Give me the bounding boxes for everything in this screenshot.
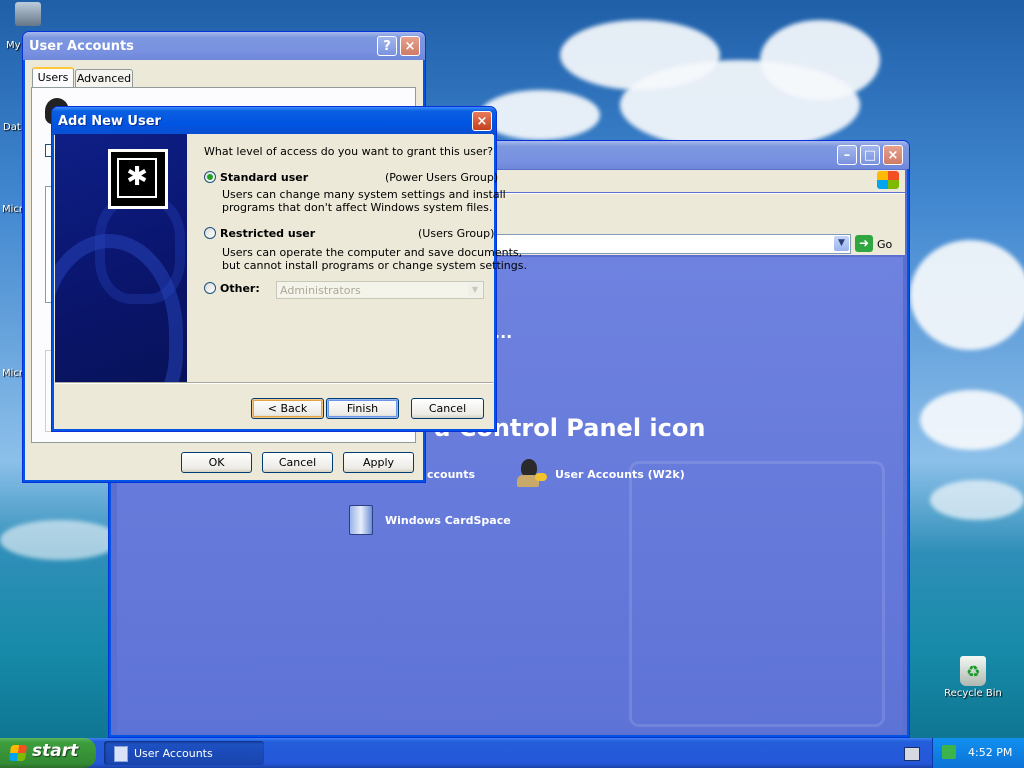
radio-other[interactable] <box>204 282 216 294</box>
restricted-user-desc-2: but cannot install programs or change sy… <box>222 259 527 272</box>
windows-flag-icon <box>8 745 28 761</box>
user-accounts-title: User Accounts <box>29 38 134 54</box>
address-input[interactable] <box>489 234 851 254</box>
maximize-button[interactable]: □ <box>860 145 880 165</box>
restricted-user-group: (Users Group) <box>418 227 495 240</box>
tab-users[interactable]: Users <box>32 67 74 89</box>
go-button-label[interactable]: Go <box>877 238 892 251</box>
background-checkmark <box>629 461 885 727</box>
close-button[interactable]: × <box>400 36 420 56</box>
cancel-label: Cancel <box>428 402 467 415</box>
user-accounts-titlebar[interactable]: User Accounts <box>23 32 425 60</box>
close-button[interactable]: × <box>472 111 492 131</box>
tab-advanced-label: Advanced <box>76 72 132 85</box>
cardspace-icon <box>349 505 373 535</box>
back-button[interactable]: < Back <box>251 398 324 419</box>
radio-restricted-user[interactable] <box>204 227 216 239</box>
desktop-icon-my-computer[interactable]: My <box>0 2 56 51</box>
computer-icon <box>15 2 41 26</box>
clock[interactable]: 4:52 PM <box>968 746 1012 759</box>
radio-standard-user[interactable] <box>204 171 216 183</box>
tab-advanced[interactable]: Advanced <box>75 69 133 87</box>
start-button[interactable]: start <box>0 738 96 768</box>
restricted-user-desc-1: Users can operate the computer and save … <box>222 246 523 259</box>
network-icon[interactable] <box>942 745 956 759</box>
cp-item-windows-cardspace[interactable]: Windows CardSpace <box>385 514 511 527</box>
cp-item-user-accounts-w2k[interactable]: User Accounts (W2k) <box>555 468 685 481</box>
add-new-user-title: Add New User <box>58 113 161 129</box>
apply-label: Apply <box>362 456 395 469</box>
recycle-bin-icon: ♻ <box>960 656 986 686</box>
keyboard-icon[interactable] <box>904 747 920 761</box>
standard-user-group: (Power Users Group) <box>385 171 499 184</box>
user-accounts-small-icon <box>114 746 128 762</box>
cp-item-user-accounts[interactable]: ccounts <box>427 468 475 481</box>
ok-label: OK <box>208 456 225 469</box>
standard-user-desc-2: programs that don't affect Windows syste… <box>222 201 493 214</box>
windows-logo-icon <box>877 171 899 189</box>
minimize-button[interactable]: – <box>837 145 857 165</box>
add-new-user-dialog[interactable]: Add New User × ✱ What level of access do… <box>51 106 527 432</box>
go-arrow-icon[interactable]: ➜ <box>855 235 873 252</box>
cancel-button[interactable]: Cancel <box>262 452 333 473</box>
finish-label: Finish <box>346 402 379 415</box>
start-label: start <box>32 741 79 761</box>
chevron-down-icon: ▼ <box>468 283 482 297</box>
close-button[interactable]: × <box>883 145 903 165</box>
restricted-user-label[interactable]: Restricted user <box>220 227 315 240</box>
taskbar-item-user-accounts[interactable]: User Accounts <box>104 741 264 765</box>
other-label[interactable]: Other: <box>220 282 260 295</box>
desktop-icon-label: My <box>6 40 21 51</box>
user-accounts-w2k-icon <box>517 459 547 489</box>
standard-user-label[interactable]: Standard user <box>220 171 308 184</box>
finish-button[interactable]: Finish <box>326 398 399 419</box>
wizard-separator <box>55 382 493 384</box>
access-question: What level of access do you want to gran… <box>204 145 494 158</box>
back-label: < Back <box>267 402 308 415</box>
desktop-icon-label: Dat <box>3 122 21 133</box>
taskbar-item-label: User Accounts <box>134 747 213 760</box>
recycle-bin-label: Recycle Bin <box>944 688 1002 699</box>
address-dropdown-button[interactable]: ▼ <box>834 236 849 251</box>
cancel-button[interactable]: Cancel <box>411 398 484 419</box>
help-button[interactable]: ? <box>377 36 397 56</box>
standard-user-desc-1: Users can change many system settings an… <box>222 188 506 201</box>
wizard-users-icon: ✱ <box>108 149 168 209</box>
cancel-label: Cancel <box>278 456 317 469</box>
tab-users-label: Users <box>37 71 69 84</box>
other-group-select[interactable]: Administrators ▼ <box>276 281 484 299</box>
apply-button[interactable]: Apply <box>343 452 414 473</box>
add-new-user-titlebar[interactable]: Add New User <box>52 107 496 135</box>
recycle-bin[interactable]: ♻ Recycle Bin <box>938 656 1008 699</box>
other-group-value: Administrators <box>280 284 361 297</box>
ok-button[interactable]: OK <box>181 452 252 473</box>
